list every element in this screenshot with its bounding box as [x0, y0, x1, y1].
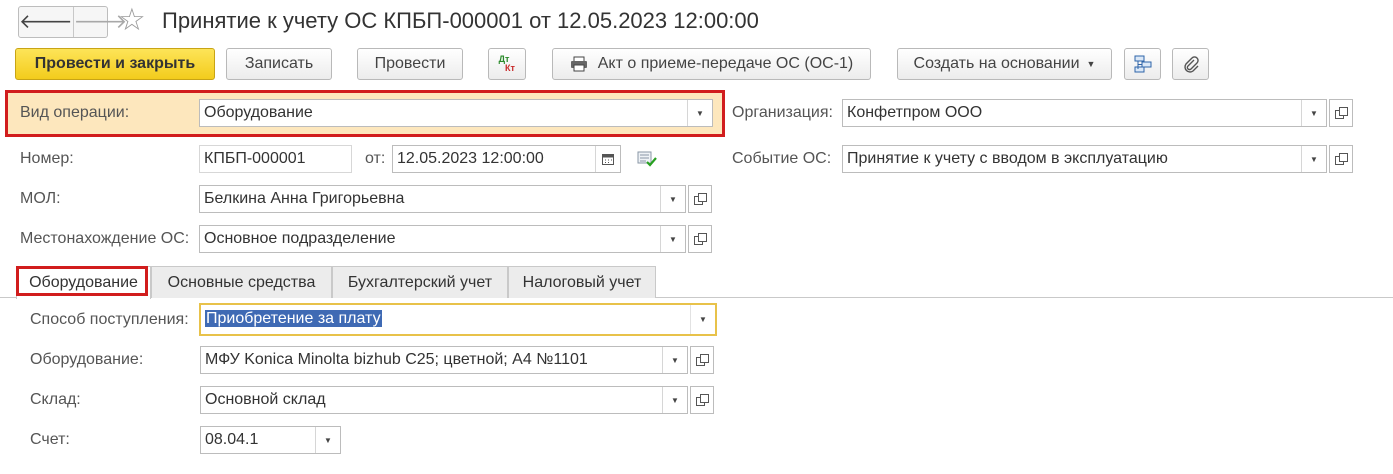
- structure-icon[interactable]: [1124, 48, 1161, 80]
- event-select[interactable]: Принятие к учету с вводом в эксплуатацию…: [842, 145, 1327, 173]
- dropdown-arrow-icon[interactable]: ▼: [662, 387, 687, 413]
- open-form-icon[interactable]: [1329, 99, 1353, 127]
- favorite-star-icon[interactable]: ☆: [118, 2, 146, 38]
- date-label: от:: [365, 150, 386, 167]
- event-label: Событие ОС:: [732, 150, 832, 167]
- mol-label: МОЛ:: [20, 190, 61, 207]
- paperclip-icon[interactable]: [1172, 48, 1209, 80]
- navigation-buttons: 🡐 🡒: [18, 6, 127, 38]
- warehouse-select[interactable]: Основной склад ▼: [200, 386, 688, 414]
- date-value: 12.05.2023 12:00:00: [397, 150, 544, 167]
- account-value: 08.04.1: [205, 431, 259, 448]
- open-form-icon[interactable]: [688, 185, 712, 213]
- printer-icon: [570, 56, 588, 72]
- organization-select[interactable]: Конфетпром ООО ▼: [842, 99, 1327, 127]
- post-button[interactable]: Провести: [357, 48, 463, 80]
- location-label: Местонахождение ОС:: [20, 230, 190, 247]
- dropdown-arrow-icon[interactable]: ▼: [660, 226, 685, 252]
- receipt-method-select[interactable]: Приобретение за плату ▼: [199, 303, 717, 336]
- warehouse-value: Основной склад: [205, 391, 326, 408]
- operation-type-value: Оборудование: [204, 104, 313, 121]
- account-select[interactable]: 08.04.1 ▼: [200, 426, 341, 454]
- dropdown-arrow-icon[interactable]: ▼: [662, 347, 687, 373]
- open-form-icon[interactable]: [688, 225, 712, 253]
- organization-value: Конфетпром ООО: [847, 104, 983, 121]
- dt-kt-icon[interactable]: Дт Кт: [488, 48, 526, 80]
- number-value: КПБП-000001: [204, 150, 306, 167]
- operation-type-label: Вид операции:: [20, 104, 130, 121]
- open-form-icon[interactable]: [690, 346, 714, 374]
- act-os1-print-button[interactable]: Акт о приеме-передаче ОС (ОС-1): [552, 48, 871, 80]
- dropdown-arrow-icon[interactable]: ▼: [687, 100, 712, 126]
- number-label: Номер:: [20, 150, 74, 167]
- create-based-on-button[interactable]: Создать на основании ▼: [897, 48, 1112, 80]
- dropdown-arrow-icon[interactable]: ▼: [1301, 146, 1326, 172]
- account-label: Счет:: [30, 431, 70, 448]
- event-value: Принятие к учету с вводом в эксплуатацию: [847, 150, 1168, 167]
- mol-select[interactable]: Белкина Анна Григорьевна ▼: [199, 185, 686, 213]
- equipment-label: Оборудование:: [30, 351, 144, 368]
- dropdown-arrow-icon: ▼: [1086, 59, 1096, 69]
- location-select[interactable]: Основное подразделение ▼: [199, 225, 686, 253]
- calendar-icon[interactable]: [595, 146, 620, 172]
- tab-tax-accounting[interactable]: Налоговый учет: [508, 266, 656, 298]
- dropdown-arrow-icon[interactable]: ▼: [315, 427, 340, 453]
- dropdown-arrow-icon[interactable]: ▼: [690, 305, 715, 334]
- act-os1-label: Акт о приеме-передаче ОС (ОС-1): [597, 55, 854, 72]
- organization-label: Организация:: [732, 104, 833, 121]
- location-value: Основное подразделение: [204, 230, 396, 247]
- page-title: Принятие к учету ОС КПБП-000001 от 12.05…: [162, 8, 759, 33]
- receipt-method-label: Способ поступления:: [30, 311, 189, 328]
- save-button[interactable]: Записать: [226, 48, 332, 80]
- tab-fixed-assets[interactable]: Основные средства: [151, 266, 332, 298]
- dropdown-arrow-icon[interactable]: ▼: [1301, 100, 1326, 126]
- check-document-icon[interactable]: [637, 150, 657, 173]
- equipment-select[interactable]: МФУ Konica Minolta bizhub C25; цветной; …: [200, 346, 688, 374]
- warehouse-label: Склад:: [30, 391, 81, 408]
- open-form-icon[interactable]: [690, 386, 714, 414]
- receipt-method-selected-text: Приобретение за плату: [205, 310, 382, 327]
- date-field[interactable]: 12.05.2023 12:00:00: [392, 145, 621, 173]
- back-arrow-icon[interactable]: 🡐: [19, 7, 74, 37]
- dropdown-arrow-icon[interactable]: ▼: [660, 186, 685, 212]
- receipt-method-value: Приобретение за плату: [201, 305, 690, 334]
- open-form-icon[interactable]: [1329, 145, 1353, 173]
- operation-type-select[interactable]: Оборудование ▼: [199, 99, 713, 127]
- number-field[interactable]: КПБП-000001: [199, 145, 352, 173]
- mol-value: Белкина Анна Григорьевна: [204, 190, 405, 207]
- kt-label: Кт: [505, 63, 515, 73]
- tab-accounting[interactable]: Бухгалтерский учет: [332, 266, 508, 298]
- post-and-close-button[interactable]: Провести и закрыть: [15, 48, 215, 80]
- create-based-on-label: Создать на основании: [913, 55, 1080, 72]
- tab-equipment-highlight: [16, 266, 148, 296]
- equipment-value: МФУ Konica Minolta bizhub C25; цветной; …: [205, 351, 588, 368]
